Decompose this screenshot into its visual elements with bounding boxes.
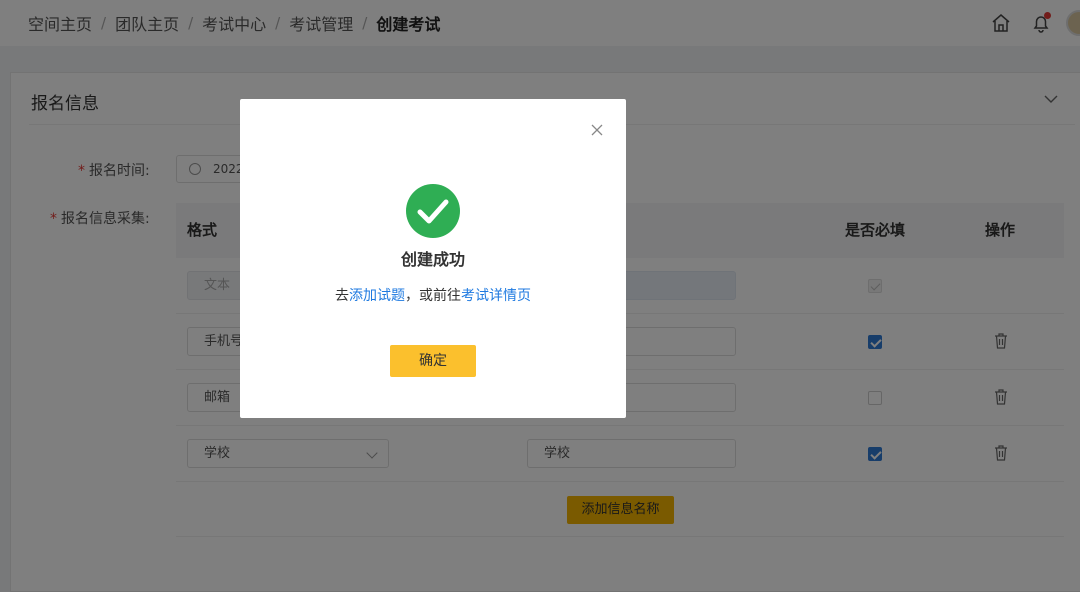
- exam-detail-link[interactable]: 考试详情页: [461, 288, 531, 304]
- dialog-message: 去添加试题，或前往考试详情页: [335, 288, 531, 304]
- dialog-title: 创建成功: [400, 250, 465, 269]
- add-questions-link[interactable]: 添加试题: [349, 288, 405, 304]
- check-circle-icon: [406, 184, 460, 238]
- confirm-button[interactable]: 确定: [390, 345, 476, 377]
- close-icon[interactable]: [590, 122, 604, 136]
- success-dialog: 创建成功 去添加试题，或前往考试详情页 确定: [240, 99, 626, 418]
